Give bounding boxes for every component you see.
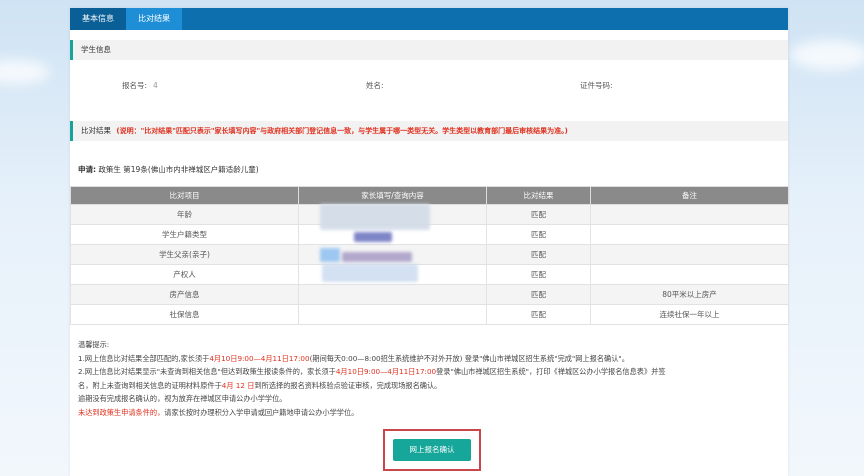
application-value: 政策生 第19条(佛山市内非禅城区户籍适龄儿童) [98, 165, 259, 174]
table-row: 房产信息 匹配 80平米以上房产 [70, 284, 789, 305]
table-row: 产权人 匹配 [70, 264, 789, 285]
background-cloud [790, 40, 864, 70]
name-label: 姓名: [366, 81, 384, 90]
reg-no-label: 报名号: [122, 81, 148, 90]
row-note: 80平米以上房产 [590, 284, 789, 305]
row-item: 年龄 [70, 204, 299, 225]
compare-note: (说明："比对结果"匹配只表示"家长填写内容"与政府相关部门登记信息一致，与学生… [116, 127, 568, 135]
application-info: 申请: 政策生 第19条(佛山市内非禅城区户籍适龄儿童) [78, 164, 259, 175]
tips-text: 名，附上未查询到相关信息的证明材料原件于 [78, 380, 222, 390]
table-header-row: 比对项目 家长填写/查询内容 比对结果 备注 [70, 186, 789, 205]
row-item: 学生户籍类型 [70, 224, 299, 245]
col-header-note: 备注 [590, 186, 789, 205]
tips-line-5: 未达到政策生申请条件的，请家长按时办理积分入学申请或回户籍地申请公办小学学位。 [78, 406, 778, 420]
tips-text: 1.网上信息比对结果全部匹配的,家长须于 [78, 353, 210, 363]
main-panel: 基本信息 比对结果 学生信息 报名号: 4 姓名: 证件号码: 比对结果 (说明：… [70, 8, 789, 476]
compare-result-header: 比对结果 (说明："比对结果"匹配只表示"家长填写内容"与政府相关部门登记信息一… [70, 121, 788, 141]
row-note [590, 244, 789, 265]
id-field: 证件号码: [580, 80, 613, 91]
reg-no-value: 4 [153, 81, 158, 90]
redaction-blur [320, 248, 340, 262]
redaction-blur [322, 264, 418, 282]
row-item: 学生父亲(亲子) [70, 244, 299, 265]
tips-highlight: 未达到政策生申请条件的， [78, 407, 165, 417]
col-header-result: 比对结果 [486, 186, 591, 205]
id-label: 证件号码: [580, 81, 613, 90]
compare-result-title: 比对结果 [81, 126, 111, 135]
row-result: 匹配 [486, 284, 591, 305]
name-field: 姓名: [366, 80, 384, 91]
tips-text: 请家长按时办理积分入学申请或回户籍地申请公办小学学位。 [164, 407, 359, 417]
tips-highlight: 4月 12 日 [221, 380, 255, 390]
tab-basic-info[interactable]: 基本信息 [70, 8, 126, 30]
tips-line-3: 名，附上未查询到相关信息的证明材料原件于4月 12 日到所选择的报名资料核验点验… [78, 379, 778, 393]
online-registration-confirm-button[interactable]: 网上报名确认 [393, 439, 471, 461]
row-note [590, 264, 789, 285]
redaction-blur [354, 232, 392, 242]
table-row: 学生父亲(亲子) 匹配 [70, 244, 789, 265]
redaction-blur [320, 204, 430, 230]
tips-text: 2.网上信息比对结果显示"未查询到相关信息"但达到政策生报读条件的，家长须于 [78, 367, 336, 376]
row-result: 匹配 [486, 224, 591, 245]
tips-text: 到所选择的报名资料核验点验证审核，完成现场报名确认。 [254, 380, 442, 390]
table-row: 社保信息 匹配 连续社保一年以上 [70, 304, 789, 325]
background-cloud [0, 60, 50, 84]
row-note [590, 224, 789, 245]
tips-title: 温馨提示: [78, 340, 110, 349]
row-result: 匹配 [486, 244, 591, 265]
tips-section: 温馨提示: 1.网上信息比对结果全部匹配的,家长须于4月10日9:00—4月11… [78, 338, 778, 419]
confirm-button-highlight: 网上报名确认 [383, 429, 481, 471]
col-header-content: 家长填写/查询内容 [298, 186, 487, 205]
application-label: 申请: [78, 165, 96, 174]
row-item: 产权人 [70, 264, 299, 285]
row-result: 匹配 [486, 204, 591, 225]
row-result: 匹配 [486, 264, 591, 285]
row-note: 连续社保一年以上 [590, 304, 789, 325]
row-content [298, 304, 487, 325]
tab-bar: 基本信息 比对结果 [70, 8, 788, 30]
row-item: 社保信息 [70, 304, 299, 325]
tips-highlight: 4月10日9:00—4月11日17:00 [209, 353, 310, 363]
student-info-header: 学生信息 [70, 40, 788, 60]
row-note [590, 204, 789, 225]
tab-compare-result[interactable]: 比对结果 [126, 8, 182, 30]
row-content [298, 284, 487, 305]
tips-line-1: 1.网上信息比对结果全部匹配的,家长须于4月10日9:00—4月11日17:00… [78, 352, 778, 366]
redaction-blur [342, 252, 412, 262]
tips-highlight: 4月10日9:00—4月11日17:00 [335, 367, 437, 376]
row-item: 房产信息 [70, 284, 299, 305]
tips-line-4: 逾期没有完成报名确认的，视为放弃在禅城区申请公办小学学位。 [78, 394, 287, 403]
tips-text: 登录"佛山市禅城区招生系统"，打印《禅城区公办小学报名信息表》并签 [436, 367, 666, 376]
row-result: 匹配 [486, 304, 591, 325]
reg-no-field: 报名号: 4 [122, 80, 158, 91]
tips-line-2: 2.网上信息比对结果显示"未查询到相关信息"但达到政策生报读条件的，家长须于4月… [78, 365, 778, 379]
col-header-item: 比对项目 [70, 186, 299, 205]
tips-text: (期间每天0:00—8:00招生系统维护不对外开放) 登录"佛山市禅城区招生系统… [309, 353, 629, 363]
